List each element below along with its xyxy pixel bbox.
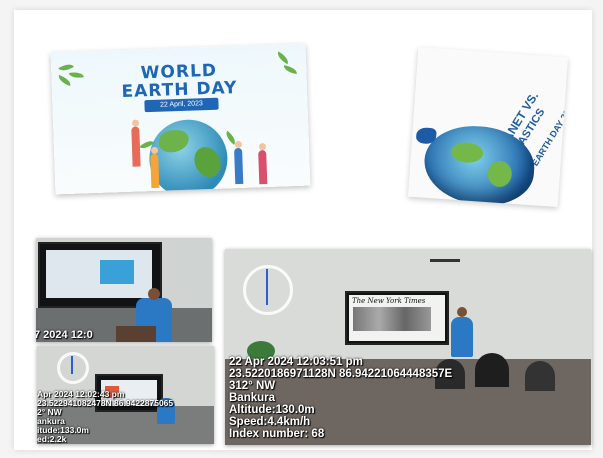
classroom-photo-top-left: 7 2024 12:0 [36,238,212,342]
photo-timestamp: 7 2024 12:0 [36,329,93,341]
person-figure [131,126,141,167]
photo-altitude: Altitude:130.0m [229,404,315,417]
planet-vs-plastics-poster: PLANET VS. PLASTICS EARTH DAY 2024 [407,46,569,208]
compass-needle [266,269,268,305]
photo-speed: ed:2.2k [37,433,67,444]
compass-icon [57,352,89,384]
photo-speed: Speed:4.4km/h [229,416,311,429]
teacher-figure [451,317,473,357]
compass-icon [243,265,293,315]
teacher-head [457,307,467,317]
photo-index-number: Index number: 68 [229,428,325,441]
screen-content: The New York Times [349,295,445,341]
screen-content [46,250,152,298]
newspaper-photo [353,307,431,331]
photo-heading: 312° NW [229,380,276,393]
slide-image [100,260,134,284]
photo-overlay-text: Apr 2024 12:02:43 pm 23.522941082478N 86… [37,390,173,444]
projection-screen: The New York Times [345,291,449,345]
classroom-photo-main: The New York Times 22 Apr 2024 12:03:51 … [225,249,591,445]
student-head [475,353,509,387]
photo-timestamp: 22 Apr 2024 12:03:51 pm [229,356,363,368]
poster-date-badge: 22 April, 2023 [144,97,219,113]
person-figure [150,153,160,189]
ceiling-fan [430,259,460,262]
desk [116,326,156,342]
compass-needle [71,356,73,374]
person-figure [234,147,244,185]
photo-location: Bankura [229,392,276,405]
newspaper-heading: The New York Times [352,297,426,305]
classroom-photo-bottom-left: Apr 2024 12:02:43 pm 23.522941082478N 86… [37,346,214,444]
photo-coordinates: 23.5220186971128N 86.9422106444835​7E [229,368,453,381]
photo-overlay-text: 22 Apr 2024 12:03:51 pm 23.5220186971128… [229,356,452,440]
person-figure [258,150,268,185]
teacher-head [148,288,160,300]
student-head [525,361,555,391]
world-earth-day-poster: WORLD EARTH DAY 22 April, 2023 [50,43,311,195]
